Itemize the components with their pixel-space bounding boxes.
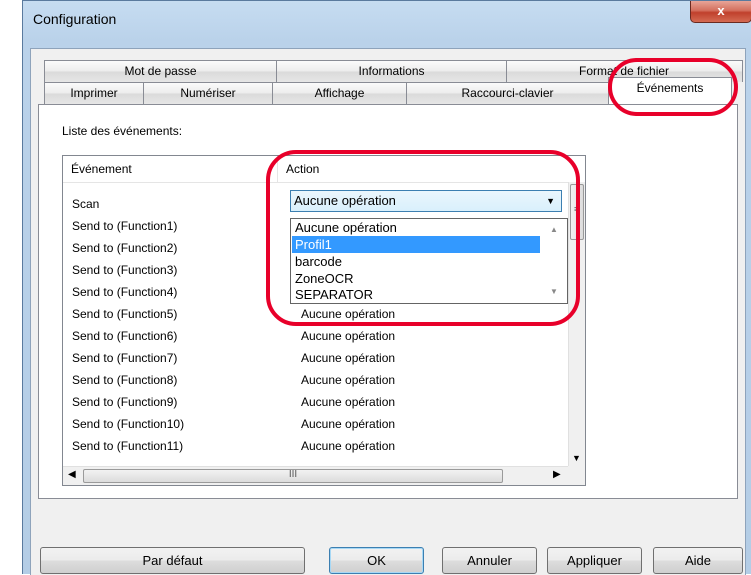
list-item[interactable]: Send to (Function5) Aucune opération	[63, 303, 585, 325]
events-list-label: Liste des événements:	[62, 124, 183, 138]
scroll-down-icon[interactable]: ▼	[550, 287, 558, 296]
tab-imprimer[interactable]: Imprimer	[44, 82, 144, 104]
tab-mot-de-passe[interactable]: Mot de passe	[44, 60, 277, 82]
arrow-down-icon[interactable]: ▼	[572, 453, 581, 463]
options-scrollbar[interactable]: ▲ ▼	[542, 219, 567, 303]
scrollbar-thumb[interactable]: ≡	[570, 184, 584, 240]
list-item[interactable]: Send to (Function10) Aucune opération	[63, 413, 585, 435]
option-barcode[interactable]: barcode	[292, 253, 540, 270]
tab-raccourci-clavier[interactable]: Raccourci-clavier	[406, 82, 609, 104]
column-header-event[interactable]: Événement	[63, 156, 278, 182]
chevron-down-icon[interactable]: ▼	[546, 191, 555, 211]
option-profil1[interactable]: Profil1	[292, 236, 540, 253]
scroll-up-icon[interactable]: ▲	[550, 225, 558, 234]
arrow-right-icon[interactable]: ▶	[553, 469, 561, 480]
option-separator[interactable]: SEPARATOR	[292, 286, 540, 303]
ok-button[interactable]: OK	[329, 547, 424, 574]
window-title: Configuration	[33, 11, 117, 27]
horizontal-scrollbar[interactable]: ◀ III ▶	[63, 466, 568, 485]
action-dropdown-value: Aucune opération	[294, 193, 396, 208]
close-icon: x	[717, 3, 725, 18]
appliquer-button[interactable]: Appliquer	[547, 547, 642, 574]
grip-icon: ≡	[574, 204, 580, 214]
option-aucune-operation[interactable]: Aucune opération	[292, 219, 540, 236]
hscroll-grip-icon: III	[288, 469, 298, 480]
vertical-scrollbar[interactable]: ≡ ▼	[568, 182, 585, 466]
list-item[interactable]: Send to (Function11) Aucune opération	[63, 435, 585, 457]
option-zoneocr[interactable]: ZoneOCR	[292, 270, 540, 287]
action-options-list[interactable]: Aucune opération Profil1 barcode ZoneOCR…	[290, 218, 568, 304]
tab-numeriser[interactable]: Numériser	[143, 82, 273, 104]
par-defaut-button[interactable]: Par défaut	[40, 547, 305, 574]
action-dropdown[interactable]: Aucune opération ▼	[290, 190, 562, 212]
tab-evenements[interactable]: Événements	[608, 77, 732, 104]
annuler-button[interactable]: Annuler	[442, 547, 537, 574]
tab-informations[interactable]: Informations	[276, 60, 507, 82]
hscroll-thumb[interactable]: III	[83, 469, 503, 483]
list-item[interactable]: Send to (Function7) Aucune opération	[63, 347, 585, 369]
close-button[interactable]: x	[690, 1, 751, 23]
arrow-left-icon[interactable]: ◀	[68, 469, 76, 480]
list-item[interactable]: Send to (Function8) Aucune opération	[63, 369, 585, 391]
aide-button[interactable]: Aide	[653, 547, 743, 574]
list-item[interactable]: Send to (Function6) Aucune opération	[63, 325, 585, 347]
list-item[interactable]: Send to (Function9) Aucune opération	[63, 391, 585, 413]
column-header-action[interactable]: Action	[278, 156, 578, 182]
tab-affichage[interactable]: Affichage	[272, 82, 407, 104]
